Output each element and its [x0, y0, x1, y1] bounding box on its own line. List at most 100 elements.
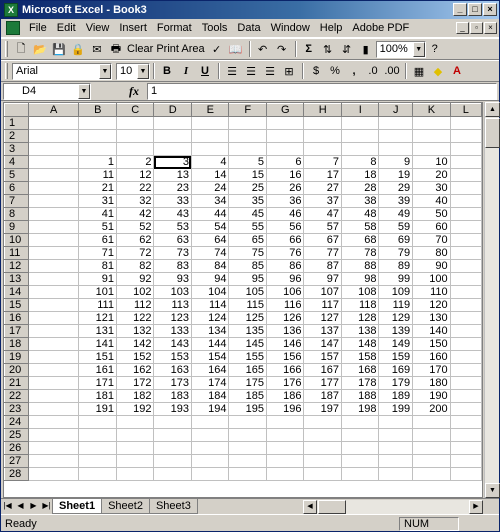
cell-l25[interactable] — [449, 428, 482, 442]
cell-b3[interactable] — [78, 142, 117, 156]
cell-h12[interactable]: 87 — [303, 259, 342, 273]
cell-e2[interactable] — [190, 129, 230, 143]
column-header-e[interactable]: E — [190, 103, 230, 117]
workbook-restore-button[interactable]: ▫ — [470, 22, 483, 34]
cell-e17[interactable]: 134 — [190, 324, 230, 338]
cell-l8[interactable] — [449, 207, 482, 221]
cell-a2[interactable] — [27, 129, 80, 143]
cell-b18[interactable]: 141 — [78, 337, 117, 351]
cell-b22[interactable]: 181 — [78, 389, 117, 403]
cell-j4[interactable]: 9 — [378, 155, 414, 169]
cell-d1[interactable] — [153, 116, 192, 130]
cell-e10[interactable]: 64 — [190, 233, 230, 247]
cell-i1[interactable] — [340, 116, 380, 130]
vertical-scrollbar[interactable]: ▲ ▼ — [484, 102, 500, 498]
align-left-icon[interactable]: ☰ — [223, 62, 241, 80]
cell-d7[interactable]: 33 — [153, 194, 192, 208]
cell-f1[interactable] — [228, 116, 267, 130]
cell-a7[interactable] — [27, 194, 80, 208]
cell-f3[interactable] — [228, 142, 267, 156]
cell-c20[interactable]: 162 — [115, 363, 155, 377]
cell-b10[interactable]: 61 — [78, 233, 117, 247]
toolbar-grip[interactable] — [5, 63, 8, 79]
cell-j11[interactable]: 79 — [378, 246, 414, 260]
toolbar-grip[interactable] — [5, 41, 8, 57]
cell-d11[interactable]: 73 — [153, 246, 192, 260]
open-icon[interactable]: 📂 — [31, 40, 49, 58]
menu-adobe-pdf[interactable]: Adobe PDF — [347, 20, 414, 37]
cell-i3[interactable] — [340, 142, 380, 156]
cell-f28[interactable] — [228, 467, 267, 481]
cell-b7[interactable]: 31 — [78, 194, 117, 208]
cell-k7[interactable]: 40 — [412, 194, 451, 208]
cell-i22[interactable]: 188 — [340, 389, 380, 403]
cell-k5[interactable]: 20 — [412, 168, 451, 182]
cell-a22[interactable] — [27, 389, 80, 403]
cell-b1[interactable] — [78, 116, 117, 130]
spelling-icon[interactable]: ✓ — [208, 40, 226, 58]
cell-b17[interactable]: 131 — [78, 324, 117, 338]
cell-i21[interactable]: 178 — [340, 376, 380, 390]
cell-k21[interactable]: 180 — [412, 376, 451, 390]
cell-d28[interactable] — [153, 467, 192, 481]
cell-j6[interactable]: 29 — [378, 181, 414, 195]
menu-format[interactable]: Format — [152, 20, 197, 37]
cell-k19[interactable]: 160 — [412, 350, 451, 364]
cell-e12[interactable]: 84 — [190, 259, 230, 273]
cell-b4[interactable]: 1 — [78, 155, 117, 169]
cell-e18[interactable]: 144 — [190, 337, 230, 351]
clear-print-area-button[interactable]: Clear Print Area — [127, 43, 205, 55]
undo-icon[interactable]: ↶ — [254, 40, 272, 58]
cell-h10[interactable]: 67 — [303, 233, 342, 247]
cell-f21[interactable]: 175 — [228, 376, 267, 390]
cell-k14[interactable]: 110 — [412, 285, 451, 299]
row-header[interactable]: 12 — [4, 259, 29, 273]
close-button[interactable]: × — [483, 3, 497, 16]
cell-l16[interactable] — [449, 311, 482, 325]
cell-l2[interactable] — [449, 129, 482, 143]
cell-d18[interactable]: 143 — [153, 337, 192, 351]
cell-g4[interactable]: 6 — [265, 155, 305, 169]
cell-a23[interactable] — [27, 402, 80, 416]
cell-i18[interactable]: 148 — [340, 337, 380, 351]
cell-g10[interactable]: 66 — [265, 233, 305, 247]
cell-j9[interactable]: 59 — [378, 220, 414, 234]
cell-b11[interactable]: 71 — [78, 246, 117, 260]
cell-c14[interactable]: 102 — [115, 285, 155, 299]
cell-d8[interactable]: 43 — [153, 207, 192, 221]
cell-h25[interactable] — [303, 428, 342, 442]
cell-l20[interactable] — [449, 363, 482, 377]
cell-j3[interactable] — [378, 142, 414, 156]
cell-a5[interactable] — [27, 168, 80, 182]
cell-d2[interactable] — [153, 129, 192, 143]
cell-b23[interactable]: 191 — [78, 402, 117, 416]
cell-e15[interactable]: 114 — [190, 298, 230, 312]
cell-i13[interactable]: 98 — [340, 272, 380, 286]
cell-c13[interactable]: 92 — [115, 272, 155, 286]
print-icon[interactable]: 🖶 — [107, 40, 125, 58]
cell-d6[interactable]: 23 — [153, 181, 192, 195]
cell-e3[interactable] — [190, 142, 230, 156]
cell-e9[interactable]: 54 — [190, 220, 230, 234]
cell-c5[interactable]: 12 — [115, 168, 155, 182]
chevron-down-icon[interactable]: ▼ — [78, 83, 90, 99]
cell-k2[interactable] — [412, 129, 451, 143]
cell-d3[interactable] — [153, 142, 192, 156]
cell-h26[interactable] — [303, 441, 342, 455]
cell-k15[interactable]: 120 — [412, 298, 451, 312]
cell-e19[interactable]: 154 — [190, 350, 230, 364]
chevron-down-icon[interactable]: ▼ — [137, 63, 149, 79]
formula-input[interactable]: 1 — [147, 82, 497, 100]
cell-d16[interactable]: 123 — [153, 311, 192, 325]
align-center-icon[interactable]: ☰ — [242, 62, 260, 80]
cell-d15[interactable]: 113 — [153, 298, 192, 312]
save-icon[interactable]: 💾 — [50, 40, 68, 58]
select-all-corner[interactable] — [4, 103, 29, 117]
cell-j13[interactable]: 99 — [378, 272, 414, 286]
cell-j22[interactable]: 189 — [378, 389, 414, 403]
scroll-left-icon[interactable]: ◀ — [303, 500, 317, 514]
cell-h16[interactable]: 127 — [303, 311, 342, 325]
cell-h6[interactable]: 27 — [303, 181, 342, 195]
cell-g3[interactable] — [265, 142, 305, 156]
cell-i10[interactable]: 68 — [340, 233, 380, 247]
